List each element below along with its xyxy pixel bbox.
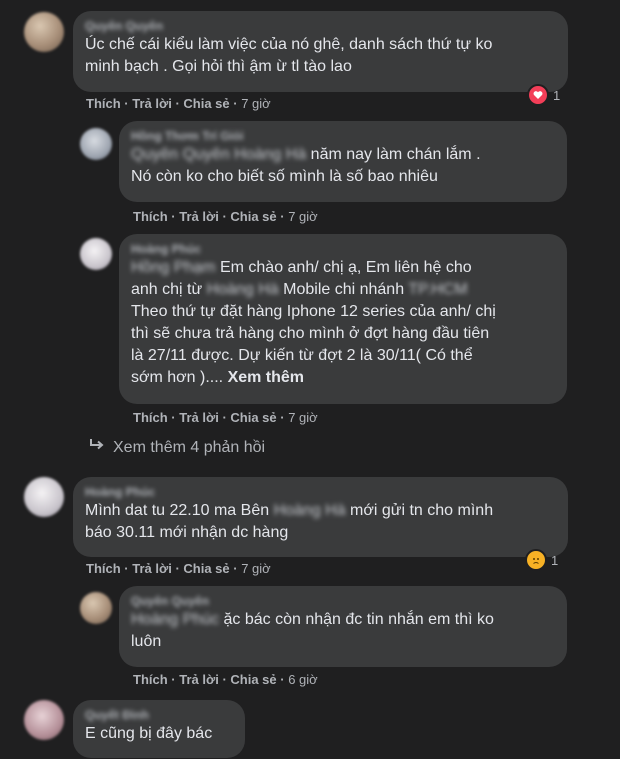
comment-text: Quyên Quyên Hoàng Hà năm nay làm chán lắ… <box>131 144 555 188</box>
avatar[interactable] <box>80 238 112 270</box>
timestamp[interactable]: 7 giờ <box>241 96 271 111</box>
comment-text: Hoàng Phúc ặc bác còn nhận đc tin nhắn e… <box>131 609 555 653</box>
view-more-replies-label: Xem thêm 4 phản hồi <box>113 438 266 456</box>
comment-actions: Thích · Trả lời · Chia sẻ · 7 giờ <box>133 410 318 425</box>
reply-arrow-icon <box>89 438 105 457</box>
comment-actions: Thích · Trả lời · Chia sẻ · 6 giờ <box>133 672 318 687</box>
reply-link[interactable]: Trả lời <box>132 561 172 576</box>
comment-bubble: Hoàng Phúc Hồng Phạm Em chào anh/ chị ạ,… <box>119 234 567 404</box>
comment-bubble: Hồng Thơm Trí Giỏi Quyên Quyên Hoàng Hà … <box>119 121 567 202</box>
like-link[interactable]: Thích <box>133 672 168 687</box>
mention-link[interactable]: Quyên Quyên Hoàng Hà <box>131 146 306 163</box>
comment-bubble: Quyên Quyên Úc chế cái kiểu làm việc của… <box>73 11 568 92</box>
reaction-count-badge[interactable]: 1 <box>525 549 559 571</box>
avatar[interactable] <box>80 128 112 160</box>
timestamp[interactable]: 7 giờ <box>241 561 271 576</box>
comment-author[interactable]: Hồng Thơm Trí Giỏi <box>131 129 555 144</box>
comment-bubble: Quyên Quyên Hoàng Phúc ặc bác còn nhận đ… <box>119 586 567 667</box>
mention-link[interactable]: Hoàng Phúc <box>131 611 219 628</box>
reaction-count: 1 <box>553 87 561 103</box>
comment-author[interactable]: Quyết Đình <box>85 708 233 723</box>
avatar[interactable] <box>80 592 112 624</box>
comment-author[interactable]: Hoàng Phúc <box>85 485 556 500</box>
comment-bubble: Quyết Đình E cũng bị đây bác <box>73 700 245 758</box>
mention-link[interactable]: Hoàng Hà <box>274 502 346 519</box>
share-link[interactable]: Chia sẻ <box>230 209 276 224</box>
mention-link[interactable]: Hoàng Hà <box>207 281 279 298</box>
share-link[interactable]: Chia sẻ <box>183 561 229 576</box>
see-more-link[interactable]: Xem thêm <box>228 369 304 386</box>
sad-reaction-icon <box>525 549 547 571</box>
comment-actions: Thích · Trả lời · Chia sẻ · 7 giờ <box>86 561 271 576</box>
mention-link[interactable]: TP.HCM <box>408 281 467 298</box>
comment-body: Theo thứ tự đặt hàng Iphone 12 series củ… <box>131 303 496 386</box>
comment-text: Hồng Phạm Em chào anh/ chị ạ, Em liên hệ… <box>131 257 555 389</box>
share-link[interactable]: Chia sẻ <box>230 672 276 687</box>
like-link[interactable]: Thích <box>86 561 121 576</box>
like-link[interactable]: Thích <box>133 209 168 224</box>
reply-link[interactable]: Trả lời <box>179 410 219 425</box>
comment-author[interactable]: Hoàng Phúc <box>131 242 555 257</box>
mention-link[interactable]: Hồng Phạm <box>131 259 216 276</box>
share-link[interactable]: Chia sẻ <box>230 410 276 425</box>
avatar[interactable] <box>24 477 64 517</box>
comment-actions: Thích · Trả lời · Chia sẻ · 7 giờ <box>133 209 318 224</box>
comment-bubble: Hoàng Phúc Mình dat tu 22.10 ma Bên Hoàn… <box>73 477 568 557</box>
timestamp[interactable]: 6 giờ <box>288 672 318 687</box>
avatar[interactable] <box>24 12 64 52</box>
comment-actions: Thích · Trả lời · Chia sẻ · 7 giờ <box>86 96 271 111</box>
comment-text: Úc chế cái kiểu làm việc của nó ghê, dan… <box>85 36 493 75</box>
view-more-replies-button[interactable]: Xem thêm 4 phản hồi <box>89 438 265 457</box>
comment-text: E cũng bị đây bác <box>85 725 213 742</box>
reaction-count-badge[interactable]: 1 <box>527 84 561 106</box>
comment-body: Mobile chi nhánh <box>278 281 409 298</box>
reply-link[interactable]: Trả lời <box>132 96 172 111</box>
comment-author[interactable]: Quyên Quyên <box>85 19 556 34</box>
reply-link[interactable]: Trả lời <box>179 672 219 687</box>
timestamp[interactable]: 7 giờ <box>288 209 318 224</box>
avatar[interactable] <box>24 700 64 740</box>
like-link[interactable]: Thích <box>86 96 121 111</box>
share-link[interactable]: Chia sẻ <box>183 96 229 111</box>
comment-text: Mình dat tu 22.10 ma Bên Hoàng Hà mới gử… <box>85 500 556 544</box>
heart-reaction-icon <box>527 84 549 106</box>
reply-link[interactable]: Trả lời <box>179 209 219 224</box>
like-link[interactable]: Thích <box>133 410 168 425</box>
comment-author[interactable]: Quyên Quyên <box>131 594 555 609</box>
comment-body: Mình dat tu 22.10 ma Bên <box>85 502 274 519</box>
timestamp[interactable]: 7 giờ <box>288 410 318 425</box>
reaction-count: 1 <box>551 552 559 568</box>
